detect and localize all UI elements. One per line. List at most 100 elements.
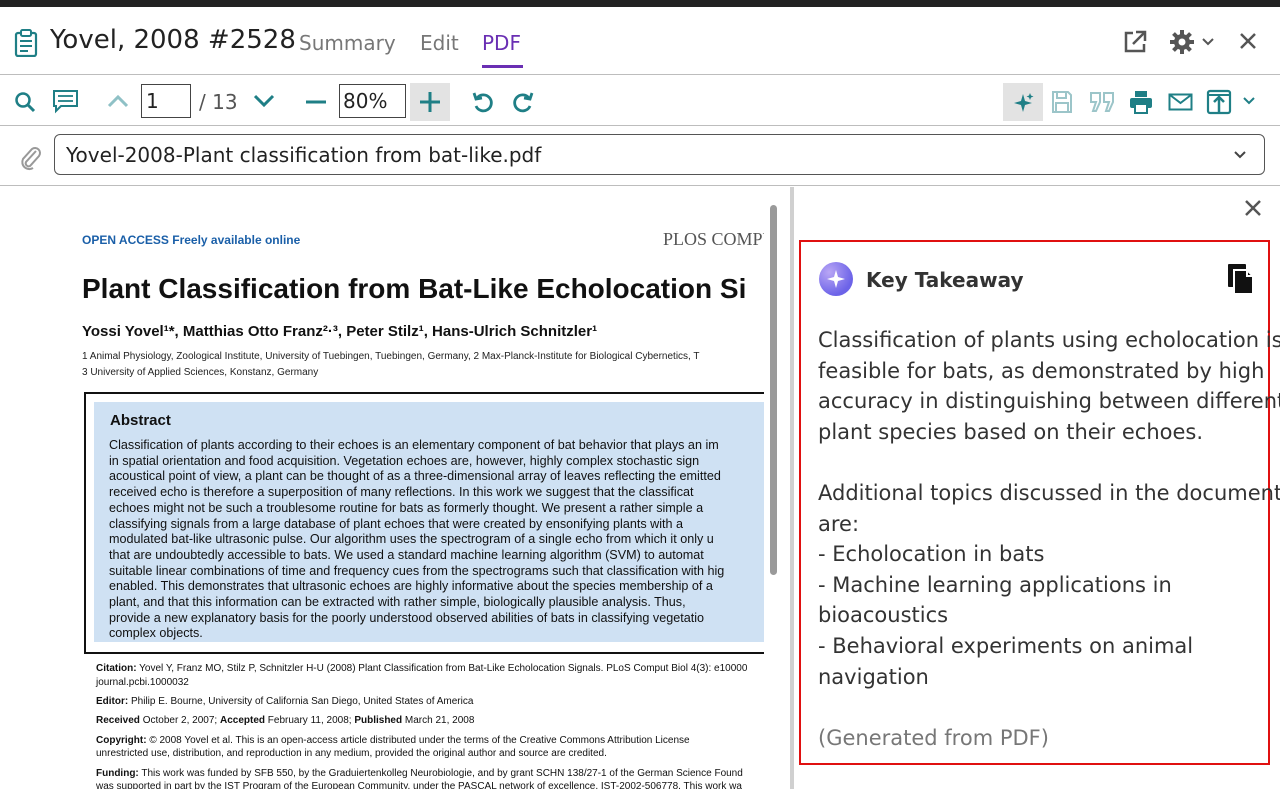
topic-line: Additional topics discussed in the docum…	[818, 481, 1280, 505]
paper-authors: Yossi Yovel¹*, Matthias Otto Franz²·³, P…	[82, 323, 598, 340]
topic-line: bioacoustics	[818, 603, 949, 628]
editor-label: Editor:	[96, 696, 129, 707]
paperclip-icon	[21, 147, 41, 171]
abstract-line: classifying signals from a large databas…	[109, 516, 684, 531]
open-access-banner: OPEN ACCESS Freely available online	[82, 233, 301, 247]
abstract-background: Abstract Classification of plants accord…	[94, 402, 764, 642]
chevron-up-icon[interactable]	[106, 93, 130, 109]
abstract-line: echoes might not be such a troublesome r…	[109, 500, 704, 515]
affiliation-line: 3 University of Applied Sciences, Konsta…	[82, 367, 319, 378]
citation-text: Yovel Y, Franz MO, Stilz P, Schnitzler H…	[136, 663, 748, 674]
open-external-icon[interactable]	[1122, 29, 1148, 55]
active-tab-indicator	[482, 65, 523, 68]
pdf-page: OPEN ACCESS Freely available online PLOS…	[0, 187, 764, 789]
editor-text: Philip E. Bourne, University of Californ…	[128, 696, 474, 707]
quote-icon[interactable]	[1089, 91, 1115, 113]
accepted-text: February 11, 2008;	[265, 715, 355, 726]
funding-text: This work was funded by SFB 550, by the …	[138, 768, 743, 779]
abstract-line: enabled. This demonstrates that ultrason…	[109, 579, 713, 594]
close-icon[interactable]	[1238, 31, 1258, 51]
comment-icon[interactable]	[52, 89, 79, 114]
abstract-box: Abstract Classification of plants accord…	[84, 392, 764, 654]
received-text: October 2, 2007;	[139, 715, 220, 726]
gear-icon[interactable]	[1168, 28, 1196, 56]
journal-logo: PLOS COMPUTA	[663, 229, 764, 249]
key-takeaway-button[interactable]	[1003, 83, 1043, 121]
email-icon[interactable]	[1168, 93, 1193, 111]
paper-title: Plant Classification from Bat-Like Echol…	[82, 273, 747, 304]
key-takeaway-panel: Key Takeaway Classification of plants us…	[794, 187, 1280, 789]
topic-line: - Echolocation in bats	[818, 542, 1045, 567]
published-label: Published	[354, 715, 403, 726]
export-icon[interactable]	[1206, 88, 1232, 116]
topic-line: are:	[818, 511, 860, 536]
minus-icon[interactable]	[305, 99, 327, 105]
funding-line: Funding: This work was funded by SFB 550…	[96, 768, 743, 779]
abstract-line: plant, and that this information can be …	[109, 595, 686, 609]
copyright-label: Copyright:	[96, 735, 147, 746]
key-takeaway-title: Key Takeaway	[866, 268, 1024, 292]
pdf-toolbar: 1 / 13 80%	[0, 76, 1280, 126]
save-icon[interactable]	[1051, 90, 1073, 114]
abstract-line: Classification of plants according to th…	[109, 438, 719, 452]
summary-line: feasible for bats, as demonstrated by hi…	[818, 358, 1265, 383]
plus-icon	[420, 92, 440, 112]
tab-edit[interactable]: Edit	[420, 31, 459, 55]
summary-line: accuracy in distinguishing between diffe…	[818, 389, 1280, 414]
reference-title: Yovel, 2008 #2528	[50, 25, 296, 55]
attachment-select[interactable]: Yovel-2008-Plant classification from bat…	[54, 134, 1265, 175]
received-label: Received	[96, 715, 140, 726]
funding-line: was supported in part by the IST Program…	[96, 781, 742, 789]
chevron-down-icon[interactable]	[1201, 37, 1215, 47]
sparkle-icon	[1014, 93, 1034, 112]
dates-line: Received October 2, 2007; Accepted Febru…	[96, 715, 474, 726]
generated-note: (Generated from PDF)	[818, 726, 1049, 750]
abstract-line: complex objects.	[109, 626, 203, 641]
published-text: March 21, 2008	[402, 715, 475, 726]
abstract-line: acoustical point of view, a plant can be…	[109, 469, 721, 484]
topic-line: - Machine learning applications in	[818, 572, 1172, 597]
affiliation-line: 1 Animal Physiology, Zoological Institut…	[82, 351, 700, 362]
page-total: / 13	[199, 90, 238, 114]
page-number-input[interactable]: 1	[141, 84, 191, 118]
copyright-text: © 2008 Yovel et al. This is an open-acce…	[146, 735, 690, 746]
tab-summary[interactable]: Summary	[299, 31, 396, 55]
abstract-heading: Abstract	[110, 412, 171, 429]
pdf-scrollbar[interactable]	[770, 205, 777, 575]
summary-line: plant species based on their echoes.	[818, 419, 1204, 444]
chevron-down-icon[interactable]	[252, 93, 276, 109]
copyright-line: unrestricted use, distribution, and repr…	[96, 748, 607, 759]
citation-line: journal.pcbi.1000032	[96, 677, 189, 688]
tab-pdf[interactable]: PDF	[482, 31, 521, 55]
close-icon[interactable]	[1244, 199, 1262, 217]
pdf-viewer[interactable]: OPEN ACCESS Freely available online PLOS…	[0, 187, 790, 789]
clipboard-icon	[14, 29, 38, 57]
title-bar: Yovel, 2008 #2528 Summary Edit PDF	[0, 7, 1280, 75]
window-top-border	[0, 0, 1280, 7]
copy-icon[interactable]	[1226, 262, 1256, 296]
zoom-input[interactable]: 80%	[339, 84, 406, 118]
copyright-line: Copyright: © 2008 Yovel et al. This is a…	[96, 735, 690, 746]
sparkle-icon	[819, 262, 853, 296]
chevron-down-icon	[1234, 151, 1246, 159]
abstract-line: received echo is therefore a superpositi…	[109, 485, 694, 500]
editor-line: Editor: Philip E. Bourne, University of …	[96, 696, 473, 707]
rotate-left-icon[interactable]	[471, 90, 495, 114]
key-takeaway-card: Key Takeaway Classification of plants us…	[799, 240, 1280, 765]
search-icon[interactable]	[14, 91, 36, 113]
citation-label: Citation:	[96, 663, 137, 674]
chevron-down-icon[interactable]	[1242, 96, 1256, 106]
summary-line: Classification of plants using echolocat…	[818, 328, 1280, 352]
abstract-line: in spatial orientation and food acquisit…	[109, 453, 700, 468]
funding-label: Funding:	[96, 768, 139, 779]
attachment-filename: Yovel-2008-Plant classification from bat…	[66, 143, 542, 167]
topic-line: navigation	[818, 664, 929, 689]
rotate-right-icon[interactable]	[511, 90, 535, 114]
print-icon[interactable]	[1128, 89, 1154, 115]
citation-line: Citation: Yovel Y, Franz MO, Stilz P, Sc…	[96, 663, 747, 674]
accepted-label: Accepted	[219, 715, 265, 726]
attachment-row: Yovel-2008-Plant classification from bat…	[0, 127, 1280, 186]
topic-line: - Behavioral experiments on animal	[818, 634, 1194, 658]
zoom-in-button[interactable]	[410, 83, 450, 121]
abstract-line: provide a new explanatory basis for the …	[109, 610, 705, 625]
